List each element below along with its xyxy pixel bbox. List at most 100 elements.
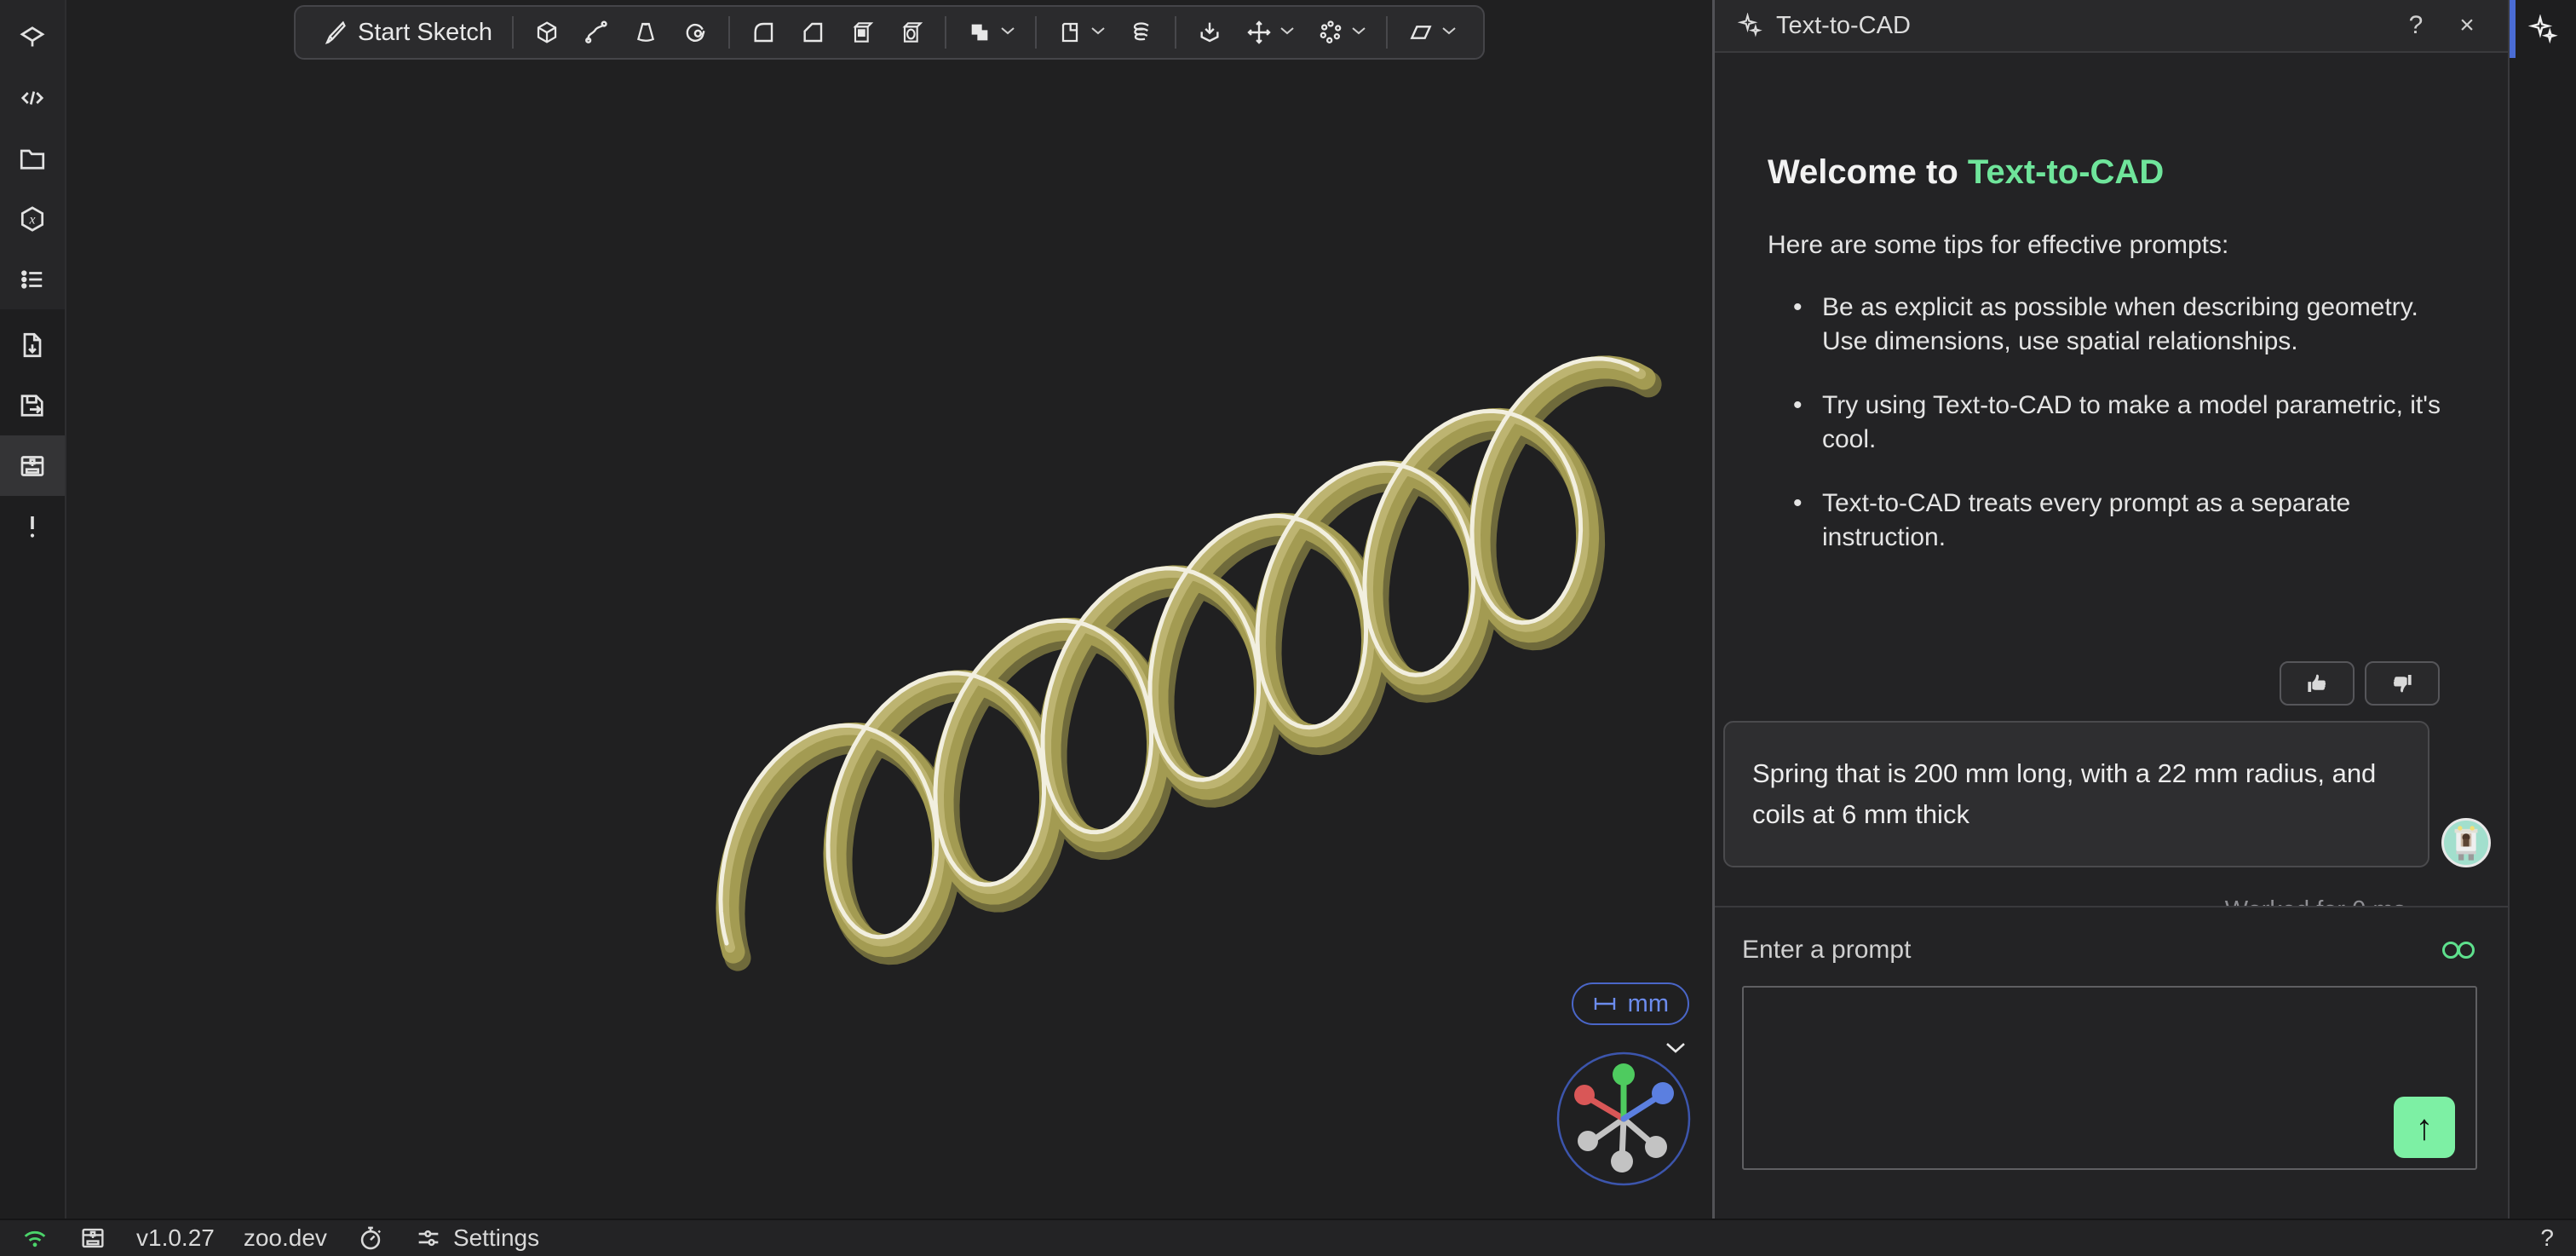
sidebar-item-logs[interactable] [0, 249, 65, 309]
timer-button[interactable] [356, 1224, 385, 1253]
shell-icon [848, 19, 876, 46]
extrude-button[interactable] [522, 9, 572, 56]
gizmo-y-handle[interactable] [1613, 1063, 1635, 1086]
helix-button[interactable] [1117, 9, 1166, 56]
toolbar-divider [1035, 16, 1037, 49]
hole-button[interactable] [887, 9, 936, 56]
settings-button[interactable]: Settings [414, 1224, 539, 1253]
gizmo-x-handle[interactable] [1574, 1085, 1595, 1105]
move-button[interactable] [1234, 9, 1306, 56]
gizmo-z-handle[interactable] [1652, 1082, 1674, 1104]
sidebar-item-export-file[interactable] [0, 314, 65, 375]
extrude-icon [533, 19, 561, 46]
spring-model [66, 0, 1712, 1219]
export-file-icon [17, 330, 48, 360]
boolean-icon [966, 19, 993, 46]
chevron-down-icon [1092, 25, 1106, 40]
toolbar-divider [728, 16, 730, 49]
welcome-block: Welcome to Text-to-CAD Here are some tip… [1768, 153, 2455, 585]
svg-text:x: x [29, 212, 36, 227]
app-root: x [0, 0, 2576, 1256]
fillet-button[interactable] [739, 9, 788, 56]
pattern-button[interactable] [1306, 9, 1377, 56]
thumbs-up-icon [2304, 671, 2330, 696]
sidebar-item-project-files[interactable] [0, 128, 65, 188]
worked-status: Worked for 0 ms [1715, 896, 2406, 906]
sidebar-item-variables[interactable]: x [0, 188, 65, 249]
face-icon [1407, 19, 1435, 46]
chevron-down-icon [1353, 25, 1366, 40]
prompt-label: Enter a prompt [1742, 936, 1911, 965]
thumbs-up-button[interactable] [2280, 661, 2355, 706]
variables-icon: x [17, 204, 48, 234]
wifi-icon [20, 1224, 49, 1253]
modeling-toolbar: Start Sketch [294, 5, 1485, 60]
left-toolbar-rail: x [0, 0, 66, 1219]
sparkles-icon [1737, 13, 1762, 38]
chevron-down-icon [1443, 25, 1457, 40]
sliders-icon [414, 1224, 443, 1253]
units-button[interactable]: mm [1572, 982, 1689, 1025]
machine-status-button[interactable] [78, 1224, 107, 1253]
chamfer-button[interactable] [788, 9, 837, 56]
sidebar-item-save-export[interactable] [0, 375, 65, 435]
orientation-gizmo[interactable] [1554, 1049, 1693, 1189]
gizmo-neg-y-handle[interactable] [1611, 1150, 1633, 1172]
start-sketch-button[interactable]: Start Sketch [311, 9, 503, 56]
settings-label: Settings [453, 1224, 539, 1252]
revolve-icon [681, 19, 709, 46]
submit-prompt-button[interactable]: ↑ [2394, 1097, 2455, 1158]
insert-button[interactable] [1185, 9, 1234, 56]
toolbar-divider [945, 16, 946, 49]
revolve-button[interactable] [670, 9, 720, 56]
gizmo-neg-x-handle[interactable] [1578, 1131, 1598, 1151]
start-sketch-label: Start Sketch [358, 19, 492, 47]
sweep-button[interactable] [572, 9, 621, 56]
toolbar-divider [1175, 16, 1176, 49]
thumbs-down-button[interactable] [2365, 661, 2440, 706]
tip-item: Be as explicit as possible when describi… [1793, 291, 2441, 359]
panel-help-button[interactable]: ? [2397, 7, 2435, 44]
loft-button[interactable] [621, 9, 670, 56]
helix-icon [1128, 19, 1155, 46]
toolbar-divider [1386, 16, 1388, 49]
boolean-button[interactable] [955, 9, 1026, 56]
network-status-button[interactable] [20, 1224, 49, 1253]
infinity-icon[interactable] [2440, 938, 2477, 962]
modeling-viewport[interactable]: Start Sketch [66, 0, 1712, 1219]
app-version-link[interactable]: v1.0.27 [136, 1224, 215, 1252]
face-button[interactable] [1396, 9, 1468, 56]
sidebar-item-code[interactable] [0, 67, 65, 128]
sidebar-item-report-problem[interactable] [0, 496, 65, 556]
panel-title: Text-to-CAD [1776, 12, 2383, 40]
fillet-icon [750, 19, 777, 46]
right-toolbar-rail [2510, 0, 2576, 1219]
thumbs-down-icon [2389, 671, 2415, 696]
panel-close-button[interactable]: × [2448, 7, 2486, 44]
prompt-head: Enter a prompt [1742, 930, 2477, 971]
text-to-cad-sparkles-icon [2527, 14, 2558, 45]
sweep-icon [583, 19, 610, 46]
sidebar-item-sketch-plane[interactable] [0, 7, 65, 67]
shell-button[interactable] [837, 9, 887, 56]
active-panel-indicator [2510, 0, 2516, 58]
chat-row: Spring that is 200 mm long, with a 22 mm… [1723, 721, 2491, 867]
gizmo-neg-z-handle[interactable] [1645, 1136, 1667, 1158]
code-icon [17, 83, 48, 113]
plane-button[interactable] [1045, 9, 1117, 56]
sidebar-item-machine[interactable] [0, 435, 65, 496]
zoo-dev-link[interactable]: zoo.dev [244, 1224, 327, 1252]
toolbar-divider [512, 16, 514, 49]
sidebar-item-text-to-cad[interactable] [2510, 2, 2576, 58]
pen-icon [322, 19, 349, 46]
welcome-heading: Welcome to Text-to-CAD [1768, 153, 2455, 192]
units-label: mm [1628, 990, 1669, 1018]
help-button[interactable]: ? [2540, 1224, 2554, 1252]
prompt-box: ↑ [1742, 986, 2477, 1170]
panel-header: Text-to-CAD ? × [1715, 0, 2508, 53]
chevron-down-icon [1002, 25, 1015, 40]
list-icon [17, 264, 48, 295]
sketch-plane-icon [17, 22, 48, 53]
prompt-textarea[interactable] [1742, 986, 2477, 1170]
feedback-row [1715, 661, 2440, 706]
